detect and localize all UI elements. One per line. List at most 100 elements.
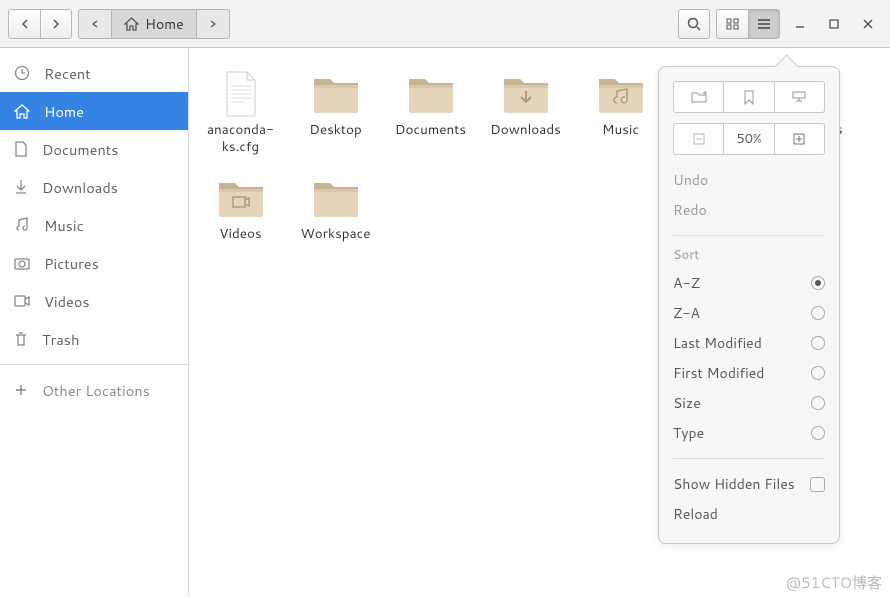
maximize-button[interactable] <box>820 9 848 39</box>
nav-group <box>8 9 72 39</box>
zoom-in-button[interactable] <box>774 123 825 155</box>
breadcrumb-home[interactable]: Home <box>112 9 197 39</box>
sidebar-item-label: Downloads <box>42 177 118 198</box>
sidebar-item-documents[interactable]: Documents <box>0 130 188 168</box>
checkbox[interactable] <box>810 477 825 492</box>
sidebar-item-label: Music <box>44 215 84 236</box>
bookmark-icon <box>743 90 755 105</box>
sidebar-item-recent[interactable]: Recent <box>0 54 188 92</box>
sidebar-item-pictures[interactable]: Pictures <box>0 244 188 282</box>
new-folder-icon <box>691 90 707 104</box>
view-group <box>716 9 780 39</box>
folder-icon <box>288 170 383 226</box>
video-icon <box>14 295 30 307</box>
download-icon <box>14 179 28 195</box>
search-button[interactable] <box>678 9 710 39</box>
file-icon <box>193 66 288 122</box>
sidebar-item-videos[interactable]: Videos <box>0 282 188 320</box>
file-item[interactable]: Documents <box>383 66 478 156</box>
file-item[interactable]: Music <box>573 66 668 156</box>
file-label: Downloads <box>478 122 573 139</box>
file-item[interactable]: Videos <box>193 170 288 243</box>
minus-icon <box>693 133 705 145</box>
zoom-level[interactable]: 50% <box>723 123 773 155</box>
trash-icon <box>14 331 28 347</box>
sidebar-item-label: Other Locations <box>42 380 150 401</box>
server-icon <box>791 90 807 104</box>
radio[interactable] <box>811 306 825 320</box>
file-item[interactable]: Workspace <box>288 170 383 243</box>
file-label: Videos <box>193 226 288 243</box>
zoom-out-button[interactable] <box>673 123 723 155</box>
file-item[interactable]: anaconda-ks.cfg <box>193 66 288 156</box>
hamburger-menu-button[interactable] <box>748 9 780 39</box>
view-menu-popover: 50% Undo Redo Sort A-ZZ-ALast ModifiedFi… <box>658 66 840 544</box>
plus-icon <box>793 133 805 145</box>
sort-option[interactable]: Size <box>673 388 825 418</box>
camera-icon <box>14 256 30 270</box>
sort-option[interactable]: Type <box>673 418 825 448</box>
forward-button[interactable] <box>40 9 72 39</box>
menu-undo[interactable]: Undo <box>673 165 825 195</box>
pathbar: Home <box>78 9 230 39</box>
sidebar-item-label: Documents <box>42 139 118 160</box>
close-icon <box>863 19 873 29</box>
file-item[interactable]: Desktop <box>288 66 383 156</box>
close-button[interactable] <box>854 9 882 39</box>
sort-option[interactable]: Z-A <box>673 298 825 328</box>
view-grid-button[interactable] <box>716 9 748 39</box>
file-label: Desktop <box>288 122 383 139</box>
sidebar-item-home[interactable]: Home <box>0 92 188 130</box>
menu-icon <box>757 18 771 30</box>
sidebar-item-downloads[interactable]: Downloads <box>0 168 188 206</box>
breadcrumb-label: Home <box>145 14 184 34</box>
sort-header: Sort <box>673 246 825 268</box>
radio[interactable] <box>811 276 825 290</box>
radio[interactable] <box>811 396 825 410</box>
file-label: Music <box>573 122 668 139</box>
sidebar-item-label: Recent <box>44 63 91 84</box>
new-folder-button[interactable] <box>673 81 723 113</box>
sidebar-item-label: Videos <box>44 291 90 312</box>
home-icon <box>124 17 139 31</box>
folder-icon <box>383 66 478 122</box>
grid-icon <box>726 18 740 30</box>
folder-icon <box>573 66 668 122</box>
server-button[interactable] <box>774 81 825 113</box>
radio[interactable] <box>811 366 825 380</box>
menu-show-hidden[interactable]: Show Hidden Files <box>673 469 825 499</box>
path-next-button[interactable] <box>197 9 230 39</box>
radio[interactable] <box>811 426 825 440</box>
radio[interactable] <box>811 336 825 350</box>
path-prev-button[interactable] <box>78 9 112 39</box>
sort-option[interactable]: First Modified <box>673 358 825 388</box>
sidebar-item-label: Trash <box>42 329 79 350</box>
plus-icon <box>14 383 28 397</box>
headerbar: Home <box>0 0 890 48</box>
folder-icon <box>193 170 288 226</box>
minimize-button[interactable] <box>786 9 814 39</box>
search-icon <box>687 17 701 31</box>
sidebar-item-trash[interactable]: Trash <box>0 320 188 358</box>
sidebar: Recent Home Documents Downloads Music Pi… <box>0 48 189 596</box>
sort-option[interactable]: Last Modified <box>673 328 825 358</box>
file-label: anaconda-ks.cfg <box>193 122 288 156</box>
sort-option[interactable]: A-Z <box>673 268 825 298</box>
sidebar-item-other-locations[interactable]: Other Locations <box>0 371 188 409</box>
clock-icon <box>14 65 30 81</box>
watermark: @51CTO博客 <box>786 572 882 593</box>
sidebar-item-music[interactable]: Music <box>0 206 188 244</box>
file-label: Workspace <box>288 226 383 243</box>
document-icon <box>14 141 28 157</box>
back-button[interactable] <box>8 9 40 39</box>
file-item[interactable]: Downloads <box>478 66 573 156</box>
home-icon <box>14 104 30 119</box>
music-icon <box>14 217 30 233</box>
bookmark-button[interactable] <box>723 81 773 113</box>
menu-reload[interactable]: Reload <box>673 499 825 529</box>
folder-icon <box>478 66 573 122</box>
sidebar-item-label: Home <box>44 101 84 122</box>
sidebar-item-label: Pictures <box>44 253 99 274</box>
folder-icon <box>288 66 383 122</box>
menu-redo[interactable]: Redo <box>673 195 825 225</box>
